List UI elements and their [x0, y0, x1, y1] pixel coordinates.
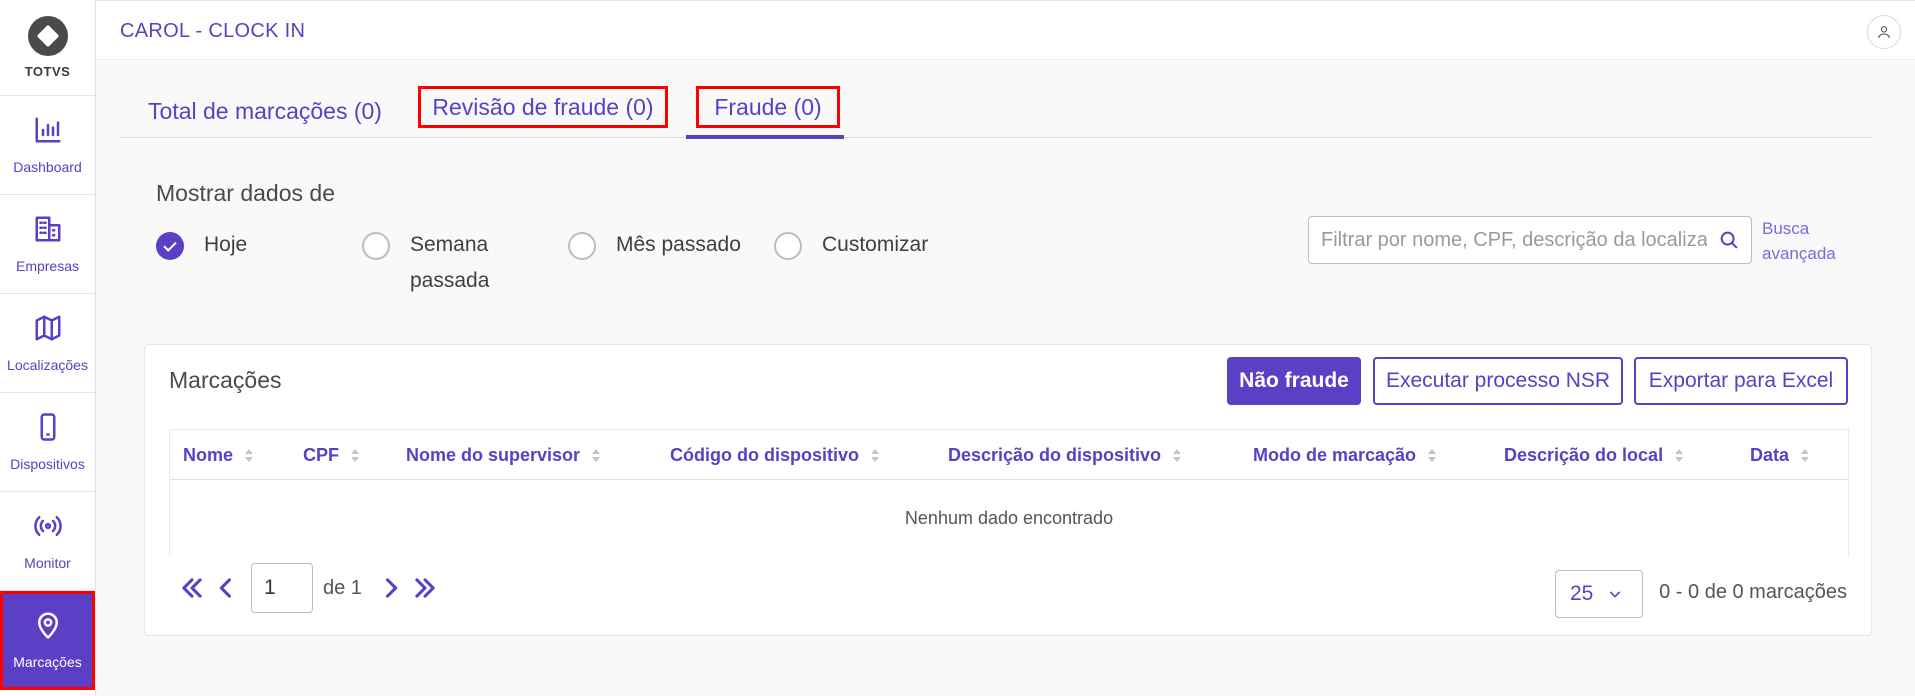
search-icon[interactable]: [1707, 218, 1751, 262]
logo[interactable]: TOTVS: [0, 0, 95, 96]
pagination: de 1: [175, 563, 442, 613]
radio-label: Customizar: [822, 233, 929, 256]
radio-unchecked-icon: [362, 232, 390, 260]
radio-mes-passado[interactable]: Mês passado: [568, 232, 741, 260]
column-header-supervisor[interactable]: Nome do supervisor: [406, 430, 601, 480]
logo-text: TOTVS: [24, 64, 71, 79]
page-number-input[interactable]: [251, 563, 313, 613]
column-header-codigo-dispositivo[interactable]: Código do dispositivo: [670, 430, 879, 480]
user-menu-button[interactable]: [1867, 15, 1901, 49]
column-label: Código do dispositivo: [670, 444, 859, 465]
radio-unchecked-icon: [568, 232, 596, 260]
results-range-text: 0 - 0 de 0 marcações: [1659, 581, 1847, 603]
column-label: Data: [1750, 444, 1790, 465]
sidebar-item-dispositivos[interactable]: Dispositivos: [0, 393, 95, 492]
map-icon: [35, 315, 60, 341]
sidebar-item-label: Localizações: [7, 357, 88, 373]
map-pin-icon: [37, 612, 58, 639]
top-header: CAROL - CLOCK IN: [96, 0, 1915, 60]
page-count-label: de 1: [323, 576, 362, 599]
sort-icon: [870, 448, 879, 462]
first-page-icon[interactable]: [175, 571, 209, 605]
sort-icon: [1675, 448, 1684, 462]
radio-customizar[interactable]: Customizar: [774, 232, 928, 260]
tab-revisao-fraude[interactable]: Revisão de fraude (0): [418, 86, 668, 128]
radio-checked-icon: [156, 232, 184, 260]
column-label: Nome: [183, 444, 234, 465]
table-header: Nome CPF Nome do supervisor Código do di…: [170, 430, 1848, 480]
next-page-icon[interactable]: [374, 571, 408, 605]
export-excel-button[interactable]: Exportar para Excel: [1634, 357, 1848, 405]
column-header-data[interactable]: Data: [1750, 430, 1810, 480]
marcacoes-card: Marcações Não fraude Executar processo N…: [144, 344, 1872, 636]
column-label: Descrição do local: [1504, 444, 1664, 465]
column-header-descricao-dispositivo[interactable]: Descrição do dispositivo: [948, 430, 1182, 480]
active-tab-indicator: [686, 135, 844, 139]
sidebar-item-marcacoes[interactable]: Marcações: [0, 591, 95, 690]
sort-icon: [245, 448, 254, 462]
sort-icon: [592, 448, 601, 462]
tab-total-marcacoes[interactable]: Total de marcações (0): [120, 84, 410, 138]
radio-label: Mês passado: [616, 233, 741, 256]
column-header-nome[interactable]: Nome: [183, 430, 254, 480]
sort-icon: [1173, 448, 1182, 462]
radio-unchecked-icon: [774, 232, 802, 260]
card-title: Marcações: [169, 367, 282, 393]
radio-semana-passada[interactable]: Semana passada: [362, 232, 510, 299]
tabs: Total de marcações (0) Revisão de fraude…: [120, 84, 1872, 139]
search-box: [1308, 216, 1752, 264]
sidebar-item-label: Marcações: [13, 654, 82, 670]
app-title: CAROL - CLOCK IN: [120, 20, 306, 42]
totvs-logo-icon: [27, 16, 68, 56]
sidebar-item-label: Empresas: [15, 258, 80, 274]
column-label: Descrição do dispositivo: [948, 444, 1162, 465]
per-page-value: 25: [1570, 582, 1594, 605]
column-label: Modo de marcação: [1253, 444, 1417, 465]
building-icon: [35, 216, 60, 242]
per-page-select[interactable]: 25: [1555, 570, 1643, 618]
radio-hoje[interactable]: Hoje: [156, 232, 247, 260]
column-header-modo-marcacao[interactable]: Modo de marcação: [1253, 430, 1437, 480]
sidebar-item-monitor[interactable]: Monitor: [0, 492, 95, 591]
advanced-search-link[interactable]: Busca avançada: [1762, 216, 1862, 266]
sort-icon: [1428, 448, 1437, 462]
app: TOTVS Dashboard Empresas Localizações Di…: [0, 0, 1915, 696]
smartphone-icon: [40, 413, 55, 441]
search-input[interactable]: [1309, 217, 1707, 263]
sort-icon: [351, 448, 359, 462]
sidebar-item-label: Monitor: [24, 555, 71, 571]
not-fraud-button[interactable]: Não fraude: [1227, 357, 1361, 405]
tab-fraude[interactable]: Fraude (0): [696, 86, 840, 128]
sidebar: TOTVS Dashboard Empresas Localizações Di…: [0, 0, 96, 696]
radio-label: Hoje: [204, 233, 248, 256]
run-nsr-button[interactable]: Executar processo NSR: [1373, 357, 1623, 405]
filter-title: Mostrar dados de: [156, 180, 335, 206]
last-page-icon[interactable]: [408, 571, 442, 605]
column-label: CPF: [303, 444, 339, 465]
sidebar-item-localizacoes[interactable]: Localizações: [0, 294, 95, 393]
chevron-down-icon: [1610, 591, 1621, 598]
user-icon: [1878, 26, 1890, 39]
sort-icon: [1801, 448, 1810, 462]
column-label: Nome do supervisor: [406, 444, 581, 465]
sidebar-item-label: Dispositivos: [10, 456, 85, 472]
sidebar-item-dashboard[interactable]: Dashboard: [0, 96, 95, 195]
empty-state-text: Nenhum dado encontrado: [904, 507, 1114, 528]
prev-page-icon[interactable]: [209, 571, 243, 605]
column-header-cpf[interactable]: CPF: [303, 430, 359, 480]
column-header-descricao-local[interactable]: Descrição do local: [1504, 430, 1684, 480]
sidebar-item-label: Dashboard: [13, 159, 82, 175]
bar-chart-icon: [35, 117, 60, 143]
sidebar-item-empresas[interactable]: Empresas: [0, 195, 95, 294]
marcacoes-table: Nome CPF Nome do supervisor Código do di…: [169, 429, 1849, 555]
radio-label: Semana passada: [410, 233, 490, 292]
broadcast-icon: [33, 516, 62, 536]
